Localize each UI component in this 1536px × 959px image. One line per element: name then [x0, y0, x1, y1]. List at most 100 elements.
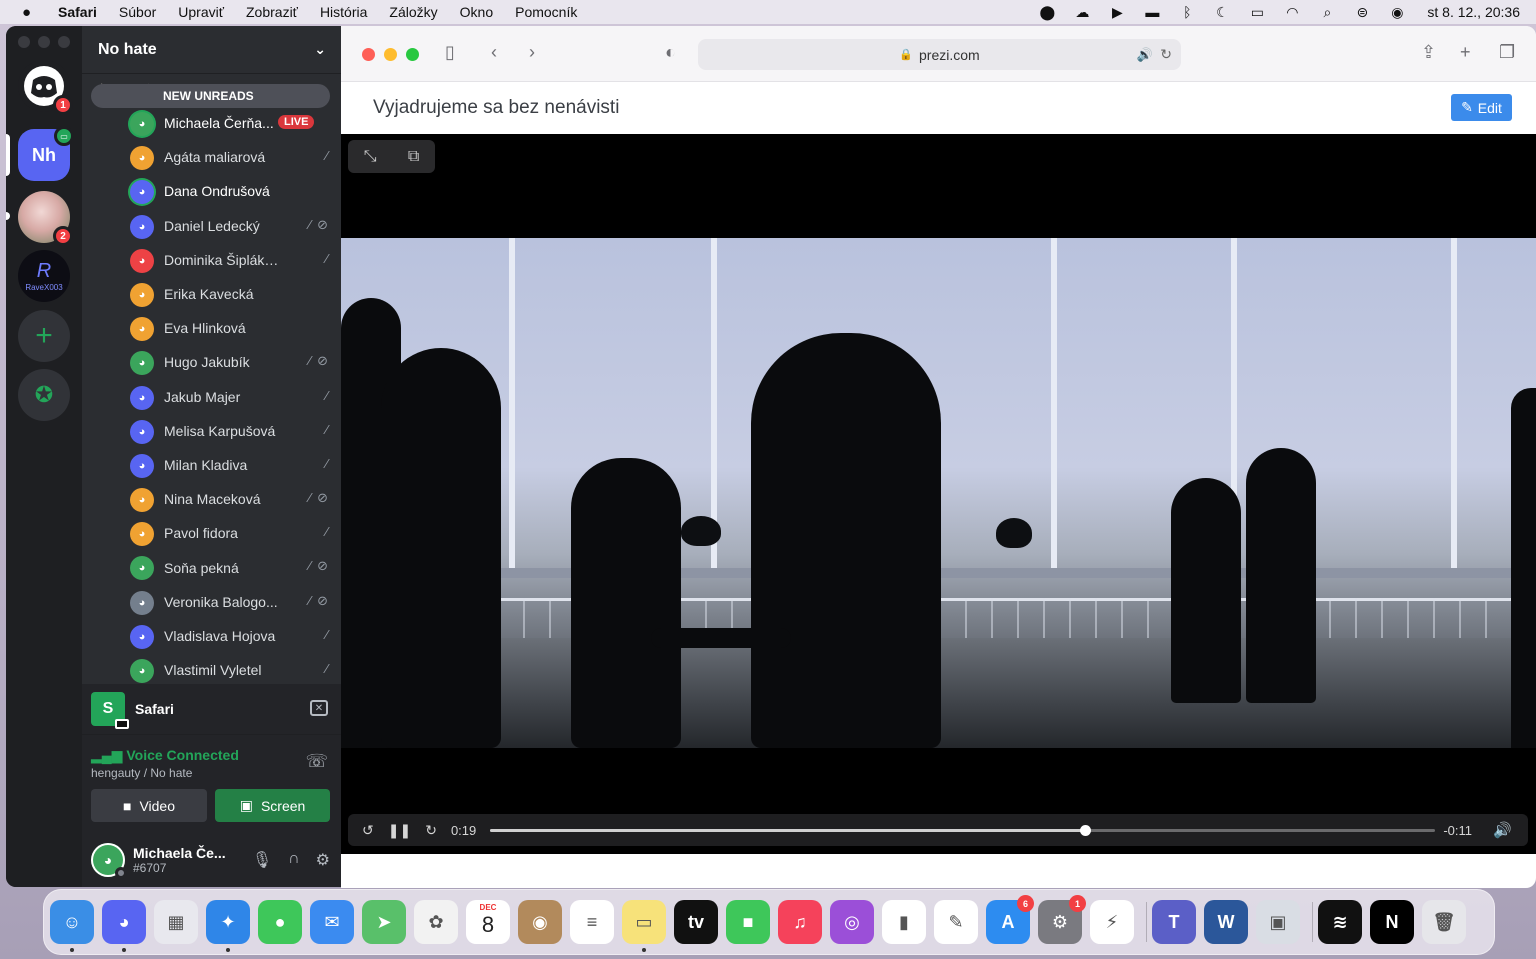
record-icon[interactable]: ⬤	[1038, 3, 1056, 21]
audio-playing-icon[interactable]: 🔊	[1137, 47, 1153, 63]
voice-member[interactable]: ◕ Erika Kavecká	[82, 277, 342, 311]
siri-icon[interactable]: ◉	[1388, 3, 1406, 21]
expand-icon[interactable]: ⤡	[364, 148, 377, 166]
share-icon[interactable]: ⇪	[1421, 42, 1436, 63]
dock-notes-icon[interactable]: ▭	[622, 900, 666, 944]
search-icon[interactable]: ⌕	[1318, 3, 1336, 21]
minimize-window-button[interactable]	[384, 48, 397, 61]
seek-bar[interactable]	[490, 825, 1435, 836]
menu-window[interactable]: Okno	[460, 4, 493, 20]
menu-file[interactable]: Súbor	[119, 4, 156, 20]
menu-help[interactable]: Pomocník	[515, 4, 577, 20]
seek-handle[interactable]	[1080, 825, 1092, 836]
voice-member[interactable]: ◕ Dominika Šipláková ⁄	[82, 243, 342, 277]
zoom-window-button[interactable]	[406, 48, 419, 61]
voice-status[interactable]: ▂▄▆ Voice Connected	[91, 747, 239, 764]
voice-member[interactable]: ◕ Jakub Majer ⁄	[82, 380, 342, 414]
battery-icon[interactable]: ▭	[1248, 3, 1266, 21]
dock-numbers-icon[interactable]: ▮	[882, 900, 926, 944]
apple-icon[interactable]: ●	[22, 4, 42, 21]
close-window-button[interactable]	[362, 48, 375, 61]
forward-icon[interactable]: ›	[529, 42, 535, 63]
menu-view[interactable]: Zobraziť	[246, 4, 298, 20]
voice-member[interactable]: ◕ Dana Ondrušová	[82, 174, 342, 208]
dock-discord-icon[interactable]: ◕	[102, 900, 146, 944]
volume-icon[interactable]: 🔊	[1493, 821, 1512, 839]
server-header[interactable]: No hate ⌄	[82, 26, 342, 74]
back-icon[interactable]: ‹	[491, 42, 497, 63]
edit-button[interactable]: ✎ Edit	[1451, 94, 1512, 121]
discord-home-button[interactable]: 1	[18, 60, 73, 115]
video-frame[interactable]	[341, 238, 1536, 748]
tab-overview-icon[interactable]: ❐	[1499, 42, 1515, 63]
avatar[interactable]: ◕	[91, 842, 127, 879]
voice-member[interactable]: ◕ Michaela Čerňa... LIVE	[82, 106, 342, 140]
dock-teams-icon[interactable]: T	[1152, 900, 1196, 944]
dock-mail-icon[interactable]: ✉	[310, 900, 354, 944]
stream-preview[interactable]: S Safari ✕	[82, 684, 342, 734]
picture-in-picture-icon[interactable]: ⧉	[408, 148, 419, 166]
window-controls-inactive[interactable]	[18, 36, 70, 48]
menu-clock[interactable]: st 8. 12., 20:36	[1427, 4, 1520, 20]
menu-bookmarks[interactable]: Záložky	[389, 4, 437, 20]
dock-preview-icon[interactable]: ▣	[1256, 900, 1300, 944]
dock-trash-icon[interactable]: 🗑	[1422, 900, 1466, 944]
dock-apple-tv-icon[interactable]: tv	[674, 900, 718, 944]
voice-member[interactable]: ◕ Milan Kladiva ⁄	[82, 448, 342, 482]
add-server-button[interactable]: +	[18, 310, 70, 362]
dock-reminders-icon[interactable]: ≡	[570, 900, 614, 944]
user-identity[interactable]: Michaela Če... #6707	[125, 845, 226, 875]
bluetooth-icon[interactable]: ᛒ	[1178, 3, 1196, 21]
sidebar-icon[interactable]: ▯	[445, 42, 455, 63]
dock-spotify-icon[interactable]: ≋	[1318, 900, 1362, 944]
video-player[interactable]: ⤡ ⧉ ↺ ❚❚ ↻ 0:19 -0:11 🔊	[341, 134, 1536, 854]
dock-contacts-icon[interactable]: ◉	[518, 900, 562, 944]
voice-member[interactable]: ◕ Agáta maliarová ⁄	[82, 140, 342, 174]
menu-edit[interactable]: Upraviť	[178, 4, 224, 20]
new-unreads-pill[interactable]: NEW UNREADS	[91, 84, 330, 108]
server-ravex[interactable]: R RaveX003	[18, 250, 70, 302]
dock-photos-icon[interactable]: ✿	[414, 900, 458, 944]
dock-messenger-icon[interactable]: ⚡	[1090, 900, 1134, 944]
menu-history[interactable]: História	[320, 4, 367, 20]
forward-15-icon[interactable]: ↻	[425, 822, 437, 839]
explore-servers-button[interactable]: ✪	[18, 369, 70, 421]
gear-icon[interactable]: ⚙	[316, 850, 330, 870]
dock-netflix-icon[interactable]: N	[1370, 900, 1414, 944]
dock-finder-icon[interactable]: ☺	[50, 900, 94, 944]
disconnect-icon[interactable]: ☏	[305, 751, 328, 772]
voice-member[interactable]: ◕ Vlastimil Vyletel ⁄	[82, 653, 342, 687]
rewind-15-icon[interactable]: ↺	[362, 822, 374, 839]
voice-member[interactable]: ◕ Nina Maceková ⁄ ⊘	[82, 482, 342, 516]
dock-launchpad-icon[interactable]: ▦	[154, 900, 198, 944]
voice-location[interactable]: hengauty / No hate	[91, 766, 192, 780]
control-center-icon[interactable]: ⊜	[1353, 3, 1371, 21]
moon-icon[interactable]: ☾	[1213, 3, 1231, 21]
screen-button[interactable]: ▣ Screen	[215, 789, 330, 822]
keyboard-flag-icon[interactable]: ▬	[1143, 3, 1161, 21]
dock-calendar-icon[interactable]: DEC 8	[466, 900, 510, 944]
headphones-icon[interactable]: ∩	[288, 850, 300, 870]
voice-member[interactable]: ◕ Daniel Ledecký ⁄ ⊘	[82, 209, 342, 243]
stop-stream-icon[interactable]: ✕	[310, 700, 328, 716]
pause-icon[interactable]: ❚❚	[388, 822, 411, 839]
menu-app-name[interactable]: Safari	[58, 4, 97, 20]
address-bar[interactable]: 🔒 prezi.com 🔊 ↻	[698, 39, 1181, 70]
voice-member[interactable]: ◕ Veronika Balogo... ⁄ ⊘	[82, 585, 342, 619]
voice-member[interactable]: ◕ Pavol fidora ⁄	[82, 516, 342, 550]
voice-member[interactable]: ◕ Soňa pekná ⁄ ⊘	[82, 550, 342, 584]
video-button[interactable]: ■ Video	[91, 789, 207, 822]
voice-member[interactable]: ◕ Eva Hlinková	[82, 311, 342, 345]
privacy-shield-icon[interactable]: ◐	[665, 42, 676, 63]
server-no-hate[interactable]: Nh ▭	[18, 126, 74, 181]
dock-system-settings-icon[interactable]: ⚙ 1	[1038, 895, 1086, 944]
wifi-icon[interactable]: ◠	[1283, 3, 1301, 21]
dock-music-icon[interactable]: ♫	[778, 900, 822, 944]
voice-member[interactable]: ◕ Vladislava Hojova ⁄	[82, 619, 342, 653]
play-icon[interactable]: ▶	[1108, 3, 1126, 21]
new-tab-icon[interactable]: +	[1460, 42, 1471, 63]
server-pig-avatar[interactable]: 2	[18, 191, 73, 246]
dock-word-icon[interactable]: W	[1204, 900, 1248, 944]
dock-app-store-icon[interactable]: A6	[986, 895, 1034, 944]
dock-safari-icon[interactable]: ✦	[206, 900, 250, 944]
